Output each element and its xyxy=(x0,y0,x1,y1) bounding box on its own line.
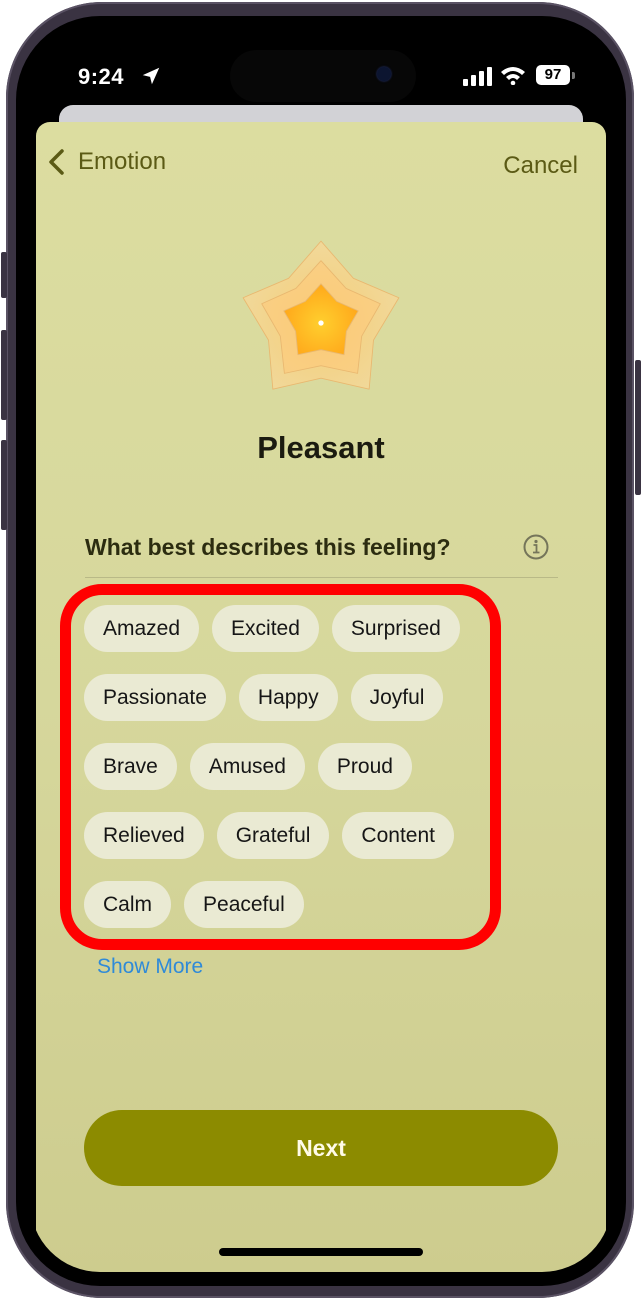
emotion-sheet: Emotion Cancel Pleasant What best descri… xyxy=(36,122,606,1272)
home-indicator[interactable] xyxy=(219,1248,423,1256)
feeling-chip-excited[interactable]: Excited xyxy=(212,605,319,652)
feelings-list: Amazed Excited Surprised Passionate Happy Joy… xyxy=(84,605,504,950)
feelings-row: Amazed Excited Surprised xyxy=(84,605,504,652)
wifi-icon xyxy=(501,67,525,85)
feeling-chip-surprised[interactable]: Surprised xyxy=(331,605,460,652)
flower-icon xyxy=(242,240,400,390)
feelings-row: Passionate Happy Joyful xyxy=(84,674,504,721)
screen: 9:24 97 Emotion Cancel Pleasant What bes… xyxy=(30,30,612,1272)
emotion-title: Pleasant xyxy=(257,430,385,465)
feeling-chip-amazed[interactable]: Amazed xyxy=(84,605,200,652)
front-camera xyxy=(377,67,391,81)
question-heading: What best describes this feeling? xyxy=(85,534,451,560)
feeling-chip-peaceful[interactable]: Peaceful xyxy=(184,881,304,928)
status-time: 9:24 xyxy=(78,64,125,89)
chevron-left-icon xyxy=(49,149,64,175)
next-button-label: Next xyxy=(296,1134,346,1161)
feeling-chip-joyful[interactable]: Joyful xyxy=(350,674,444,721)
location-arrow-icon xyxy=(142,67,160,85)
back-button-label: Emotion xyxy=(78,148,167,175)
action-button xyxy=(1,252,7,298)
cellular-signal-icon xyxy=(463,67,492,86)
feeling-chip-passionate[interactable]: Passionate xyxy=(84,674,226,721)
show-more-link[interactable]: Show More xyxy=(97,955,203,979)
feeling-chip-happy[interactable]: Happy xyxy=(238,674,338,721)
back-button[interactable]: Emotion xyxy=(46,148,166,176)
feeling-chip-brave[interactable]: Brave xyxy=(84,743,177,790)
feeling-chip-calm[interactable]: Calm xyxy=(84,881,172,928)
power-button xyxy=(635,360,641,495)
feeling-chip-relieved[interactable]: Relieved xyxy=(84,812,204,859)
feelings-row: Relieved Grateful Content xyxy=(84,812,504,859)
info-circle-icon[interactable] xyxy=(522,533,550,561)
feeling-chip-content[interactable]: Content xyxy=(342,812,454,859)
feelings-row: Calm Peaceful xyxy=(84,881,504,928)
feeling-chip-grateful[interactable]: Grateful xyxy=(216,812,330,859)
cancel-button[interactable]: Cancel xyxy=(503,152,578,180)
next-button[interactable]: Next xyxy=(84,1110,558,1186)
flower-center xyxy=(318,320,324,326)
divider xyxy=(85,577,558,578)
battery-tip xyxy=(572,72,575,79)
feeling-chip-proud[interactable]: Proud xyxy=(317,743,412,790)
feelings-row: Brave Amused Proud xyxy=(84,743,504,790)
battery-indicator: 97 xyxy=(536,65,570,85)
volume-up-button xyxy=(1,330,7,420)
volume-down-button xyxy=(1,440,7,530)
feeling-chip-amused[interactable]: Amused xyxy=(189,743,305,790)
